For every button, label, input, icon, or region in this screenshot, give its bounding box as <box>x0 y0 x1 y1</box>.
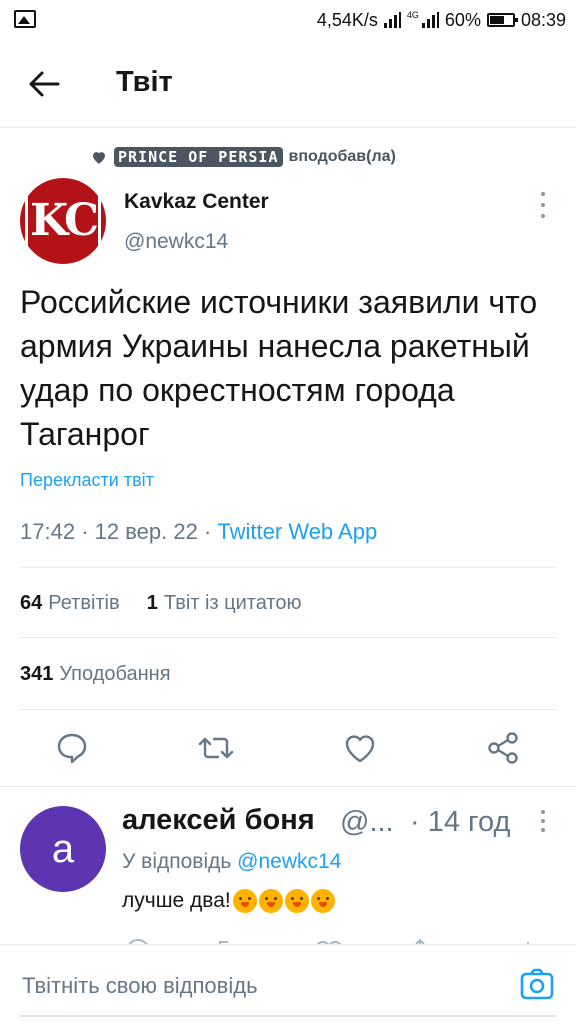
reply-to-mention[interactable]: @newkc14 <box>237 850 341 873</box>
section-separator <box>0 786 576 787</box>
reply-to-label: У відповідь <box>122 850 232 873</box>
tweet-actions <box>0 728 576 772</box>
reply-text-row: лучше два! <box>122 889 335 913</box>
status-bar-right: 4,54K/s 4G 60% 08:39 <box>317 8 566 32</box>
retweets-stat[interactable]: 64 Ретвітів <box>20 592 120 614</box>
likes-label: Уподобання <box>59 663 171 685</box>
clock: 08:39 <box>520 9 566 30</box>
status-bar: 4,54K/s 4G 60% 08:39 <box>0 0 576 40</box>
quotes-label: Твіт із цитатою <box>163 592 302 614</box>
heart-icon <box>93 152 105 164</box>
reply-time: · 14 год <box>410 806 511 838</box>
divider <box>20 709 556 710</box>
reply-text: лучше два! <box>122 889 231 912</box>
quotes-stat[interactable]: 1 Твіт із цитатою <box>147 592 302 614</box>
retweets-count: 64 <box>20 592 43 614</box>
divider <box>20 637 556 638</box>
image-icon <box>14 10 36 28</box>
like-icon <box>345 735 375 763</box>
reply-button[interactable] <box>52 728 92 768</box>
tweet-source-link[interactable]: Twitter Web App <box>217 519 377 544</box>
avatar-text: KC <box>24 194 102 248</box>
smiling-face-emoji-icon <box>284 889 309 913</box>
page-title: Твіт <box>116 66 173 98</box>
camera-icon <box>520 968 554 1000</box>
retweets-label: Ретвітів <box>48 592 120 614</box>
tweet-text: Российские источники заявили что армия У… <box>20 284 538 452</box>
top-app-bar: Твіт <box>0 40 576 128</box>
likes-stat[interactable]: 341 Уподобання <box>20 663 171 685</box>
author-name[interactable]: Kavkaz Center <box>124 190 269 214</box>
reply-header: алексей боня @... · 14 год <box>122 802 542 842</box>
reply-author-name[interactable]: алексей боня <box>122 804 315 837</box>
social-context: PRINCE OF PERSIA вподобав(ла) <box>90 144 396 170</box>
tweet-time: 17:42 <box>20 519 76 544</box>
retweet-button[interactable] <box>196 728 236 768</box>
signal-4g-icon <box>421 12 439 28</box>
share-icon <box>488 732 518 764</box>
more-options-icon[interactable] <box>539 192 547 218</box>
meta-separator: · <box>203 519 212 544</box>
reply-avatar[interactable]: a <box>20 806 106 892</box>
arrow-left-icon <box>29 71 60 97</box>
reply-to-line: У відповідь @newkc14 <box>122 850 341 874</box>
likes-count: 341 <box>20 663 54 685</box>
reply-icon <box>57 733 87 764</box>
reply-more-options-icon[interactable] <box>539 810 547 832</box>
like-button[interactable] <box>340 728 380 768</box>
battery-percent: 60% <box>444 9 481 30</box>
tweet-meta: 17:42 · 12 вер. 22 · Twitter Web App <box>20 519 377 545</box>
camera-button[interactable] <box>520 967 554 1001</box>
smiling-face-emoji-icon <box>258 889 283 913</box>
liker-name[interactable]: PRINCE OF PERSIA <box>114 147 283 167</box>
stats-row: 64 Ретвітів 1 Твіт із цитатою <box>20 592 302 615</box>
back-button[interactable] <box>22 64 66 104</box>
retweet-icon <box>198 737 234 759</box>
network-type: 4G <box>406 10 419 20</box>
share-button[interactable] <box>484 728 524 768</box>
likes-row: 341 Уподобання <box>20 663 171 686</box>
author-handle[interactable]: @newkc14 <box>124 230 228 254</box>
translate-tweet-link[interactable]: Перекласти твіт <box>20 470 154 491</box>
divider <box>20 567 556 568</box>
smiling-face-emoji-icon <box>232 889 257 913</box>
avatar[interactable]: KC <box>20 178 106 264</box>
reply-author-handle[interactable]: @... <box>340 806 394 839</box>
compose-reply-bar: Твітніть свою відповідь <box>0 944 576 1024</box>
compose-underline <box>20 1015 556 1017</box>
meta-separator: · <box>81 519 89 544</box>
reply-input[interactable]: Твітніть свою відповідь <box>22 973 258 999</box>
liked-label: вподобав(ла) <box>288 148 396 165</box>
network-speed: 4,54K/s <box>316 9 378 30</box>
quotes-count: 1 <box>146 592 158 614</box>
tweet-date: 12 вер. 22 <box>94 519 198 544</box>
battery-icon <box>486 13 518 27</box>
smiling-face-emoji-icon <box>310 889 335 913</box>
signal-icon <box>383 12 401 28</box>
